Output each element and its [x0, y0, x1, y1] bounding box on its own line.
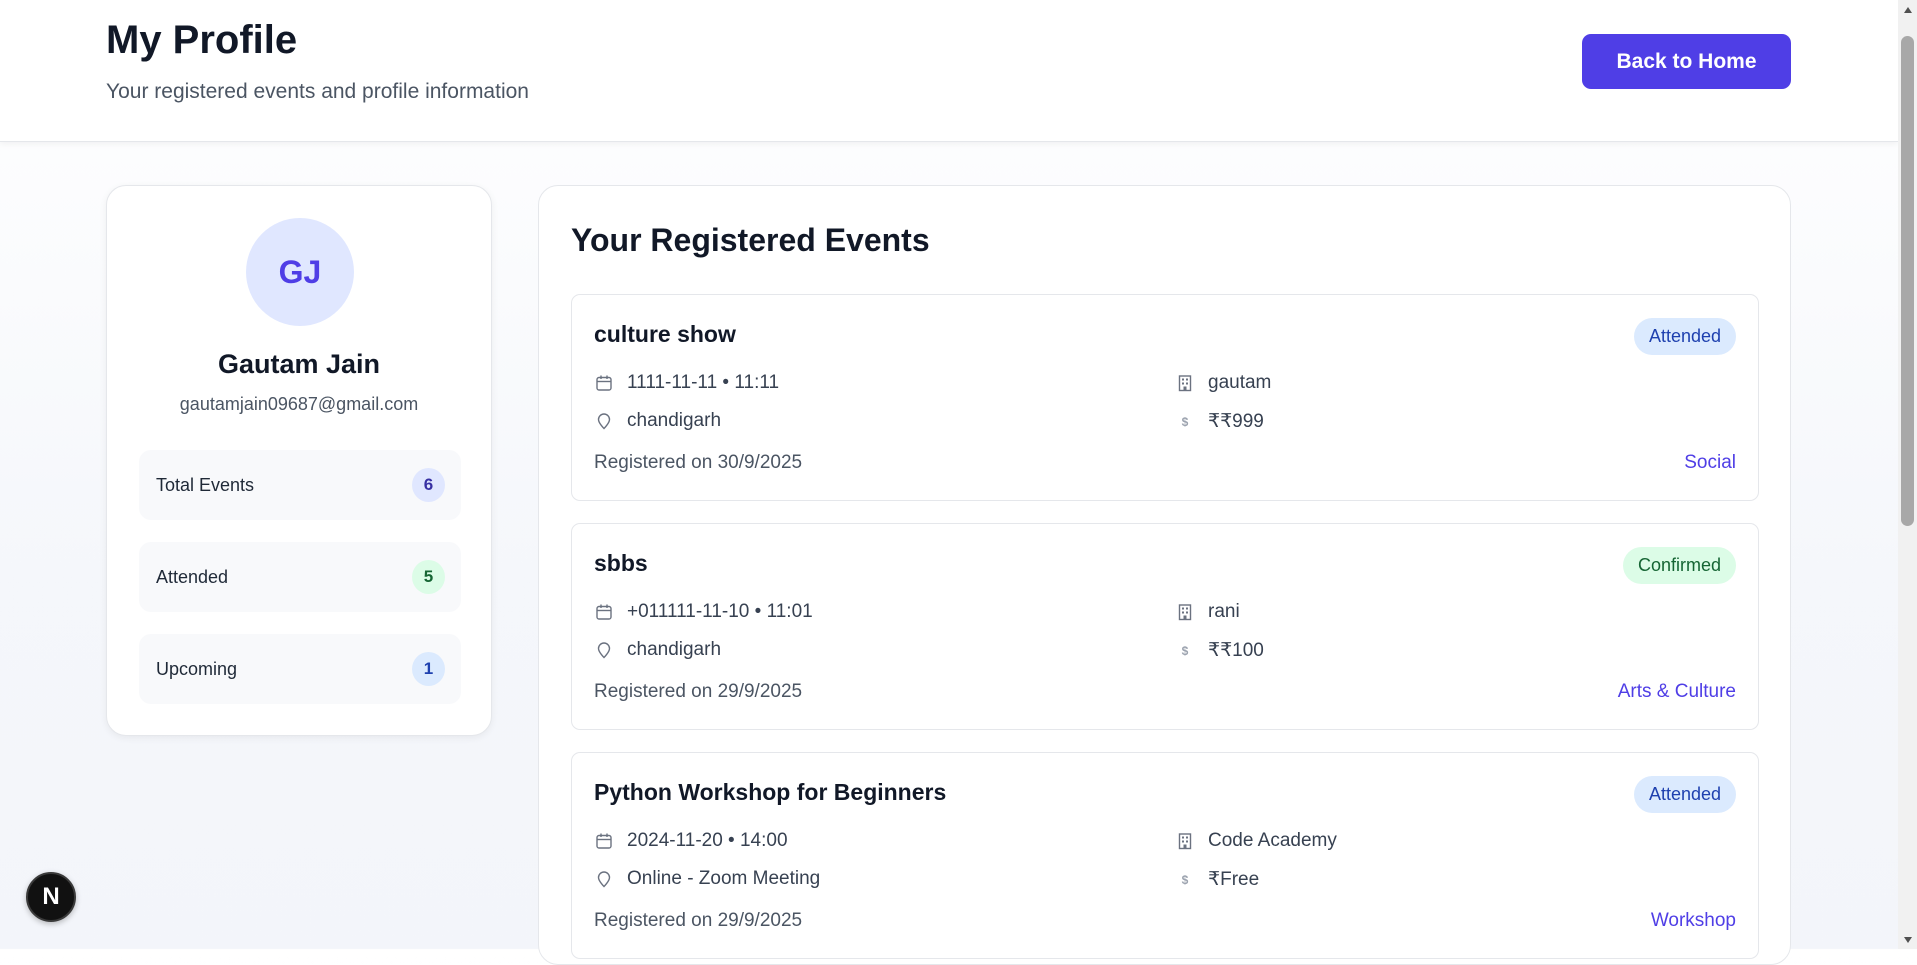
dev-tools-letter: N [42, 883, 60, 910]
event-location: Online - Zoom Meeting [594, 868, 820, 890]
event-datetime: 2024-11-20 • 14:00 [594, 830, 788, 852]
scroll-up-arrow-icon[interactable] [1898, 0, 1917, 19]
calendar-icon [594, 373, 614, 393]
event-location-text: chandigarh [627, 410, 722, 431]
event-organizer: gautam [1175, 372, 1271, 394]
avatar: GJ [246, 218, 354, 326]
event-price: $ ₹₹999 [1175, 410, 1264, 433]
calendar-icon [594, 831, 614, 851]
page-scrollbar[interactable] [1898, 0, 1917, 949]
back-to-home-button[interactable]: Back to Home [1582, 34, 1791, 89]
event-category: Arts & Culture [1617, 681, 1736, 702]
map-pin-icon [594, 640, 614, 660]
event-organizer-text: rani [1208, 601, 1240, 622]
event-price-text: ₹Free [1208, 869, 1260, 890]
page-title: My Profile [106, 18, 298, 62]
event-card[interactable]: culture show Attended 1111-11-11 • 11:11… [571, 294, 1759, 501]
status-badge: Attended [1633, 776, 1736, 813]
stat-label: Upcoming [156, 659, 238, 679]
user-email: gautamjain09687@gmail.com [179, 394, 419, 414]
event-organizer: Code Academy [1175, 830, 1337, 852]
event-category: Workshop [1650, 910, 1736, 931]
event-name: culture show [594, 321, 736, 347]
event-datetime: 1111-11-11 • 11:11 [594, 372, 779, 394]
building-icon [1175, 602, 1195, 622]
building-icon [1175, 373, 1195, 393]
scrollbar-thumb[interactable] [1901, 36, 1914, 526]
event-organizer-text: gautam [1208, 372, 1272, 393]
event-location-text: chandigarh [627, 639, 722, 660]
event-organizer: rani [1175, 601, 1240, 623]
stat-total-events: Total Events 6 [139, 450, 461, 520]
page-header: My Profile Your registered events and pr… [0, 0, 1898, 142]
stat-upcoming: Upcoming 1 [139, 634, 461, 704]
registered-events-panel: Your Registered Events culture show Atte… [538, 185, 1791, 965]
stat-attended: Attended 5 [139, 542, 461, 612]
event-price-text: ₹₹999 [1208, 411, 1264, 432]
event-name: sbbs [594, 550, 648, 576]
dollar-icon: $ [1181, 643, 1189, 658]
stat-label: Attended [156, 567, 229, 587]
event-price-text: ₹₹100 [1208, 640, 1264, 661]
registered-date: Registered on 30/9/2025 [594, 452, 803, 473]
event-datetime-text: 1111-11-11 • 11:11 [627, 372, 780, 393]
event-organizer-text: Code Academy [1208, 830, 1337, 851]
page-subtitle: Your registered events and profile infor… [106, 80, 529, 103]
event-location-text: Online - Zoom Meeting [627, 868, 821, 889]
event-location: chandigarh [594, 410, 721, 432]
registered-date: Registered on 29/9/2025 [594, 910, 803, 931]
event-price: $ ₹₹100 [1175, 639, 1264, 662]
event-category: Social [1684, 452, 1736, 473]
stat-count: 1 [412, 652, 445, 686]
event-datetime-text: +011111-11-10 • 11:01 [627, 601, 813, 622]
profile-card: GJ Gautam Jain gautamjain09687@gmail.com… [106, 185, 492, 736]
calendar-icon [594, 602, 614, 622]
stat-label: Total Events [156, 475, 255, 495]
stat-count: 5 [412, 560, 445, 594]
event-datetime-text: 2024-11-20 • 14:00 [627, 830, 788, 851]
map-pin-icon [594, 411, 614, 431]
event-datetime: +011111-11-10 • 11:01 [594, 601, 813, 623]
scroll-down-arrow-icon[interactable] [1898, 930, 1917, 949]
stat-count: 6 [412, 468, 445, 502]
dollar-icon: $ [1181, 872, 1189, 887]
event-price: $ ₹Free [1175, 868, 1260, 891]
event-location: chandigarh [594, 639, 721, 661]
map-pin-icon [594, 869, 614, 889]
status-badge: Confirmed [1622, 547, 1736, 584]
event-card[interactable]: Python Workshop for Beginners Attended 2… [571, 752, 1759, 959]
event-card[interactable]: sbbs Confirmed +011111-11-10 • 11:01 ran… [571, 523, 1759, 730]
event-name: Python Workshop for Beginners [594, 779, 947, 805]
dollar-icon: $ [1181, 414, 1189, 429]
building-icon [1175, 831, 1195, 851]
dev-tools-badge[interactable]: N [26, 872, 76, 922]
events-title: Your Registered Events [571, 222, 930, 258]
registered-date: Registered on 29/9/2025 [594, 681, 803, 702]
user-name: Gautam Jain [217, 349, 381, 379]
status-badge: Attended [1633, 318, 1736, 355]
